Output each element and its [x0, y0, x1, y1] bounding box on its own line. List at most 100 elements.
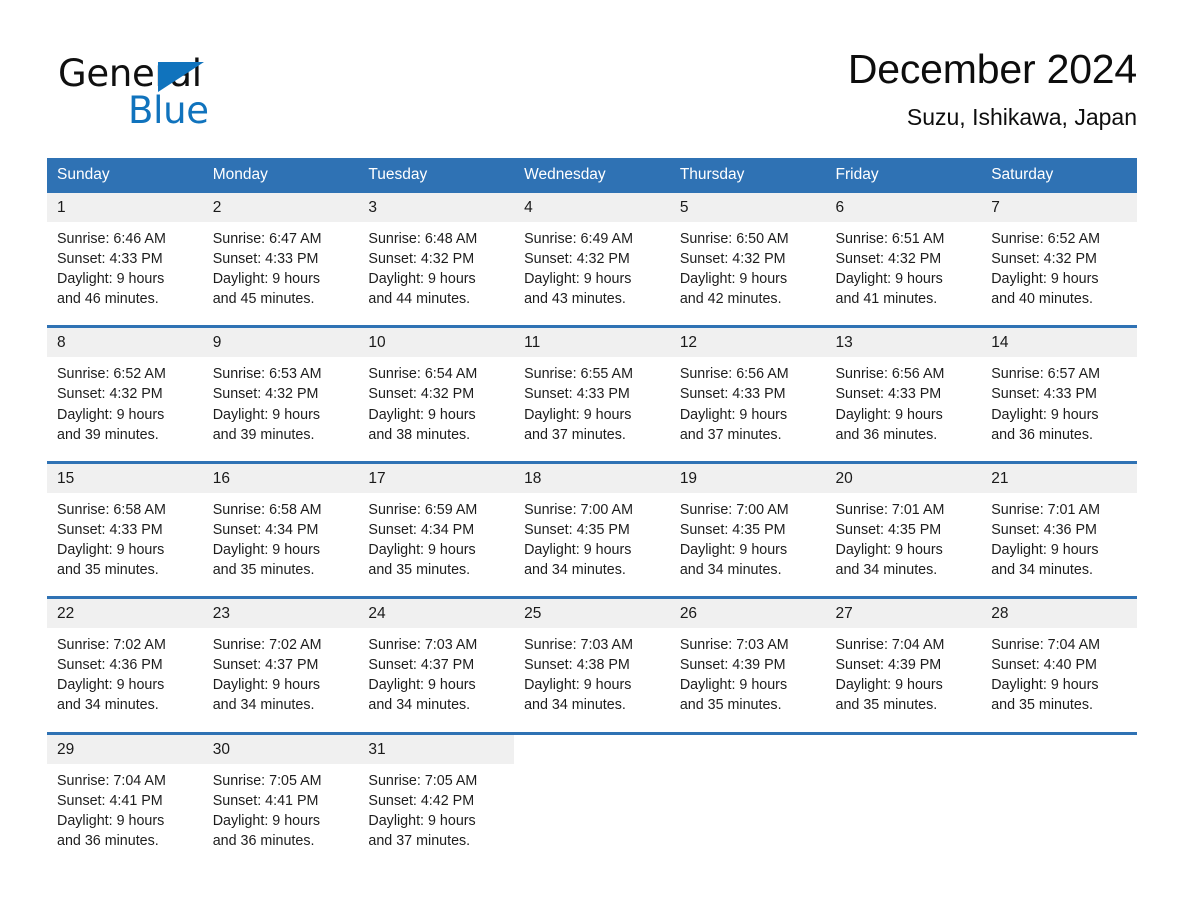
weekday-header-tuesday: Tuesday [358, 158, 515, 193]
day-detail-cell: Sunrise: 7:05 AM Sunset: 4:41 PM Daylight:… [202, 763, 359, 867]
day-number[interactable]: 31 [358, 734, 515, 764]
weekday-header-monday: Monday [202, 158, 359, 193]
day-number[interactable]: 17 [358, 463, 515, 493]
day-cell-empty [514, 734, 670, 764]
sunrise-sunset-calendar: Sunday Monday Tuesday Wednesday Thursday… [47, 158, 1137, 867]
day-detail-cell: Sunrise: 6:55 AM Sunset: 4:33 PM Daylight:… [514, 357, 670, 461]
daylight-text-line1: Daylight: 9 hours [368, 271, 476, 288]
day-detail-cell: Sunrise: 6:52 AM Sunset: 4:32 PM Daylight:… [981, 222, 1137, 326]
weekday-header-wednesday: Wednesday [514, 158, 670, 193]
sunset-text: Sunset: 4:33 PM [57, 251, 163, 268]
day-detail-cell: Sunrise: 7:03 AM Sunset: 4:37 PM Daylight:… [358, 628, 515, 732]
sunrise-text: Sunrise: 7:03 AM [679, 637, 789, 654]
day-number[interactable]: 16 [202, 463, 359, 493]
sunrise-text: Sunrise: 6:57 AM [991, 366, 1101, 383]
day-number[interactable]: 6 [825, 193, 982, 222]
sunset-text: Sunset: 4:33 PM [991, 386, 1097, 403]
daylight-text-line2: and 35 minutes. [835, 697, 938, 714]
day-number[interactable]: 7 [981, 193, 1137, 222]
day-number[interactable]: 15 [47, 463, 203, 493]
day-number[interactable]: 4 [514, 193, 670, 222]
daylight-text-line1: Daylight: 9 hours [991, 677, 1099, 694]
daylight-text-line2: and 34 minutes. [212, 697, 315, 714]
sunrise-text: Sunrise: 6:50 AM [679, 231, 789, 247]
day-number[interactable]: 2 [202, 193, 359, 222]
sunrise-text: Sunrise: 7:01 AM [835, 501, 945, 518]
calendar-body: 1 2 3 4 5 6 7 Sunrise: 6:46 AM Sunset: 4:33 PM Da… [47, 193, 1137, 867]
daylight-text-line2: and 40 minutes. [991, 291, 1093, 308]
day-number[interactable]: 12 [669, 328, 826, 358]
daylight-text-line2: and 34 minutes. [679, 562, 782, 579]
day-number[interactable]: 9 [202, 328, 359, 358]
day-number[interactable]: 22 [47, 599, 203, 629]
day-number[interactable]: 10 [358, 328, 515, 358]
day-detail-cell: Sunrise: 7:04 AM Sunset: 4:40 PM Daylight:… [981, 628, 1137, 732]
day-number[interactable]: 26 [669, 599, 826, 629]
day-number[interactable]: 19 [669, 463, 826, 493]
day-detail-cell: Sunrise: 7:01 AM Sunset: 4:35 PM Daylight:… [825, 492, 982, 597]
sunset-text: Sunset: 4:41 PM [57, 792, 163, 809]
daylight-text-line2: and 37 minutes. [679, 426, 782, 443]
day-number[interactable]: 27 [825, 599, 982, 629]
day-number-row: 22 23 24 25 26 27 28 [47, 599, 1137, 629]
sunset-text: Sunset: 4:33 PM [835, 386, 942, 403]
sunset-text: Sunset: 4:37 PM [368, 657, 475, 674]
daylight-text-line2: and 36 minutes. [212, 832, 315, 849]
day-detail-cell: Sunrise: 7:04 AM Sunset: 4:39 PM Daylight:… [825, 628, 982, 732]
day-number[interactable]: 11 [514, 328, 670, 358]
day-detail-cell: Sunrise: 6:47 AM Sunset: 4:33 PM Daylight:… [202, 222, 359, 326]
sunset-text: Sunset: 4:40 PM [991, 657, 1097, 674]
day-detail-cell: Sunrise: 6:59 AM Sunset: 4:34 PM Daylight:… [358, 492, 515, 597]
sunrise-text: Sunrise: 6:52 AM [57, 366, 166, 383]
day-number[interactable]: 25 [514, 599, 670, 629]
sunrise-text: Sunrise: 6:56 AM [679, 366, 789, 383]
day-number[interactable]: 20 [825, 463, 982, 493]
day-number[interactable]: 14 [981, 328, 1137, 358]
sunset-text: Sunset: 4:33 PM [212, 251, 319, 268]
sunrise-text: Sunrise: 6:48 AM [368, 231, 478, 247]
day-number[interactable]: 29 [47, 734, 203, 764]
daylight-text-line2: and 34 minutes. [57, 697, 159, 714]
sunset-text: Sunset: 4:42 PM [368, 792, 475, 809]
day-detail-cell: Sunrise: 7:02 AM Sunset: 4:37 PM Daylight:… [202, 628, 359, 732]
day-detail-row: Sunrise: 6:46 AM Sunset: 4:33 PM Daylight:… [47, 222, 1137, 326]
daylight-text-line2: and 35 minutes. [57, 562, 159, 579]
day-detail-cell: Sunrise: 7:03 AM Sunset: 4:38 PM Daylight:… [514, 628, 670, 732]
day-number[interactable]: 24 [358, 599, 515, 629]
title-block: December 2024 Suzu, Ishikawa, Japan [848, 44, 1137, 131]
daylight-text-line1: Daylight: 9 hours [368, 812, 476, 829]
day-number[interactable]: 1 [47, 193, 203, 222]
day-number[interactable]: 18 [514, 463, 670, 493]
daylight-text-line2: and 37 minutes. [368, 832, 471, 849]
day-detail-cell: Sunrise: 6:46 AM Sunset: 4:33 PM Daylight:… [47, 222, 203, 326]
day-number[interactable]: 21 [981, 463, 1137, 493]
sunrise-text: Sunrise: 7:03 AM [524, 637, 633, 654]
day-detail-cell: Sunrise: 6:49 AM Sunset: 4:32 PM Daylight:… [514, 222, 670, 326]
day-number[interactable]: 5 [669, 193, 826, 222]
daylight-text-line1: Daylight: 9 hours [57, 271, 165, 288]
day-number[interactable]: 28 [981, 599, 1137, 629]
daylight-text-line2: and 34 minutes. [991, 562, 1093, 579]
day-number[interactable]: 30 [202, 734, 359, 764]
daylight-text-line1: Daylight: 9 hours [835, 677, 943, 694]
day-detail-row: Sunrise: 7:02 AM Sunset: 4:36 PM Daylight:… [47, 628, 1137, 732]
daylight-text-line1: Daylight: 9 hours [835, 541, 943, 558]
daylight-text-line2: and 43 minutes. [524, 291, 626, 308]
day-cell-empty [669, 734, 826, 764]
day-cell-empty [825, 763, 982, 867]
sunset-text: Sunset: 4:33 PM [524, 386, 630, 403]
daylight-text-line1: Daylight: 9 hours [57, 541, 165, 558]
daylight-text-line1: Daylight: 9 hours [57, 812, 165, 829]
sunset-text: Sunset: 4:32 PM [212, 386, 319, 403]
day-cell-empty [669, 763, 826, 867]
daylight-text-line1: Daylight: 9 hours [368, 406, 476, 423]
day-number[interactable]: 13 [825, 328, 982, 358]
daylight-text-line2: and 35 minutes. [368, 562, 471, 579]
day-number[interactable]: 8 [47, 328, 203, 358]
day-number[interactable]: 3 [358, 193, 515, 222]
day-detail-row: Sunrise: 6:58 AM Sunset: 4:33 PM Daylight:… [47, 492, 1137, 597]
day-number[interactable]: 23 [202, 599, 359, 629]
general-blue-logo[interactable]: General Blue [58, 52, 318, 138]
page-title: December 2024 [847, 46, 1137, 92]
daylight-text-line1: Daylight: 9 hours [835, 271, 943, 288]
